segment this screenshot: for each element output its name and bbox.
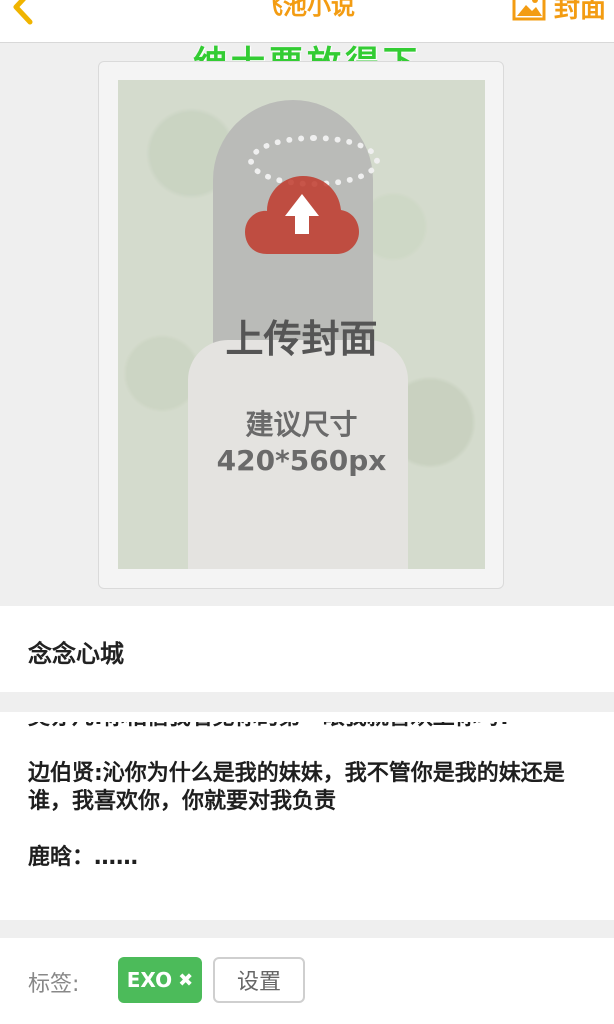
image-icon [512, 0, 546, 21]
description-field[interactable]: 吴亦凡:你相信我看见你的第一眼我就喜欢上你吗? 边伯贤:沁你为什么是我的妹妹，我… [0, 712, 614, 920]
close-icon[interactable]: ✖ [178, 970, 193, 991]
tag-chip-label: EXO [126, 968, 173, 992]
tag-chip-exo[interactable]: EXO ✖ [118, 957, 202, 1003]
book-title-text: 念念心城 [28, 640, 124, 668]
set-tags-button[interactable]: 设置 [213, 957, 305, 1003]
tags-bar: 标签: EXO ✖ 设置 [0, 938, 614, 1024]
tags-label: 标签: [28, 972, 80, 997]
size-hint-label: 建议尺寸 [245, 408, 358, 441]
description-scroll[interactable]: 吴亦凡:你相信我看见你的第一眼我就喜欢上你吗? 边伯贤:沁你为什么是我的妹妹，我… [28, 722, 584, 904]
description-paragraph: 边伯贤:沁你为什么是我的妹妹，我不管你是我的妹还是谁，我喜欢你，你就要对我负责 [28, 761, 565, 814]
description-paragraph: 吴亦凡:你相信我看见你的第一眼我就喜欢上你吗? [28, 722, 584, 732]
size-hint-value: 420*560px [216, 444, 387, 477]
cover-button[interactable]: 封面 [512, 0, 606, 26]
upload-cover-label: 上传封面 [225, 317, 378, 361]
book-title-field[interactable]: 念念心城 [0, 606, 614, 692]
cover-button-label: 封面 [553, 0, 606, 24]
description-paragraph: 鹿晗：…… [28, 845, 139, 870]
upload-cloud-icon [245, 176, 359, 254]
